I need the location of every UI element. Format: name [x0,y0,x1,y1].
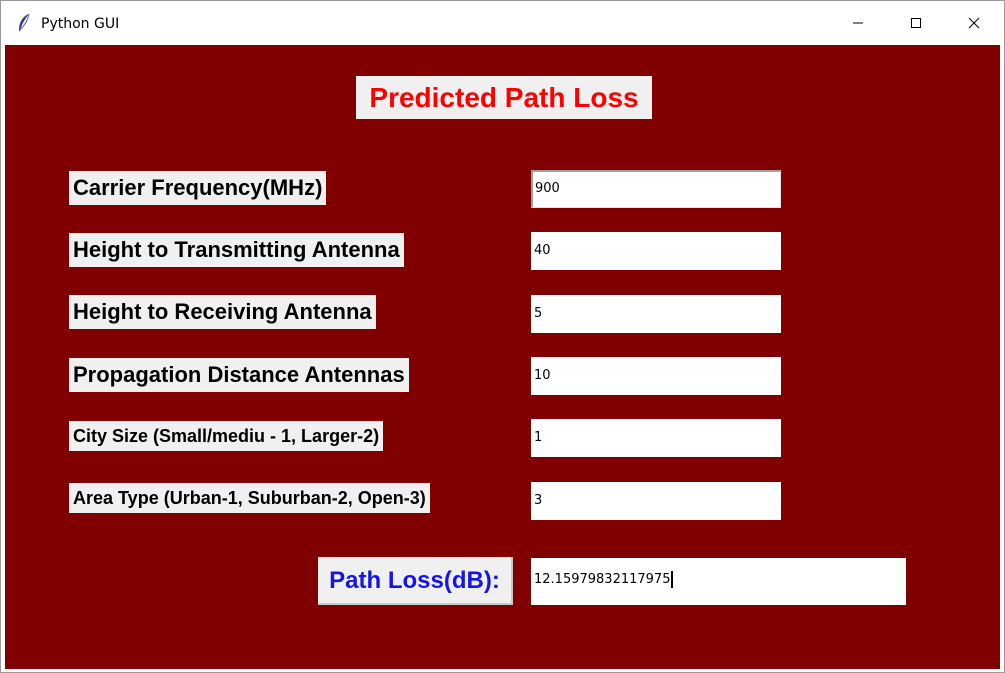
page-title: Predicted Path Loss [356,76,652,119]
title-bar[interactable]: Python GUI [1,1,1004,45]
propagation-distance-input[interactable]: 10 [531,357,781,395]
transmitting-antenna-height-input[interactable]: 40 [531,232,781,270]
city-size-label: City Size (Small/mediu - 1, Larger-2) [69,421,384,451]
window-title: Python GUI [41,16,120,32]
app-window: Python GUI Predicted Path Loss Carrier F… [0,0,1005,673]
city-size-input[interactable]: 1 [531,419,781,457]
path-loss-button[interactable]: Path Loss(dB): [318,557,513,605]
feather-icon [16,13,32,33]
maximize-icon [910,17,922,29]
carrier-frequency-input[interactable]: 900 [531,170,781,208]
transmitting-antenna-height-label: Height to Transmitting Antenna [69,233,404,267]
minimize-icon [852,17,864,29]
maximize-button[interactable] [887,1,945,45]
form-area: Predicted Path Loss Carrier Frequency(MH… [5,45,1000,669]
area-type-input[interactable]: 3 [531,482,781,520]
receiving-antenna-height-input[interactable]: 5 [531,295,781,333]
minimize-button[interactable] [829,1,887,45]
path-loss-output[interactable]: 12.15979832117975 [531,558,906,605]
receiving-antenna-height-label: Height to Receiving Antenna [69,295,376,329]
close-button[interactable] [945,1,1003,45]
close-icon [968,17,980,29]
text-caret [671,571,674,588]
area-type-label: Area Type (Urban-1, Suburban-2, Open-3) [69,483,430,513]
path-loss-value: 12.15979832117975 [534,572,671,587]
carrier-frequency-label: Carrier Frequency(MHz) [69,171,327,205]
propagation-distance-label: Propagation Distance Antennas [69,358,409,392]
